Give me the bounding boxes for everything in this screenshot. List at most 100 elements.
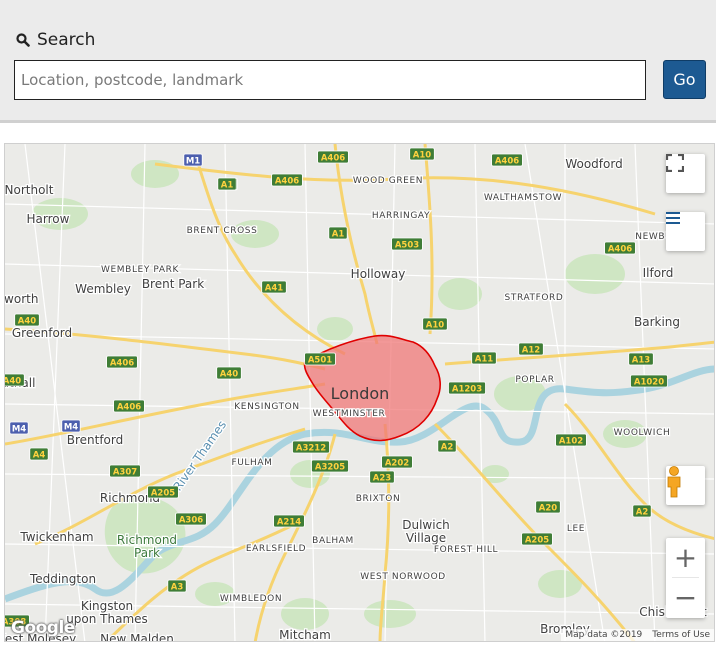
go-button[interactable]: Go — [663, 60, 706, 99]
map[interactable]: London Harrow Wembley Brent Park WEMBLEY PA… — [4, 143, 715, 642]
road-shield: A306 — [175, 512, 207, 526]
road-shield: A2 — [632, 504, 652, 518]
road-shield: A503 — [391, 237, 423, 251]
place-label: Greenford — [12, 326, 72, 340]
road-shield-label: A10 — [413, 151, 431, 161]
road-shield: A1 — [328, 226, 348, 240]
road-shield: A20 — [535, 500, 561, 514]
road-shield: A406 — [113, 399, 145, 413]
road-shield-label: A12 — [522, 346, 540, 356]
road-shield: A10 — [409, 147, 435, 161]
pegman-icon — [667, 466, 681, 498]
pegman-button[interactable] — [666, 466, 705, 505]
place-label: Brentford — [67, 433, 124, 447]
place-label: POPLAR — [515, 375, 554, 385]
road-shield-label: M1 — [186, 157, 200, 167]
place-label: New Malden — [100, 632, 174, 642]
terms-link[interactable]: Terms of Use — [652, 630, 710, 640]
road-shield: A1203 — [448, 381, 486, 395]
road-shield-label: A2 — [441, 443, 454, 453]
place-label: LEE — [567, 524, 585, 534]
map-canvas[interactable]: London Harrow Wembley Brent Park WEMBLEY PA… — [5, 144, 715, 642]
road-shield: A1 — [217, 177, 237, 191]
place-label: Harrow — [27, 212, 70, 226]
road-shield-label: A2 — [636, 508, 649, 518]
road-shield: A501 — [304, 352, 336, 366]
search-label: Search — [16, 30, 95, 50]
place-label: BALHAM — [312, 536, 354, 546]
place-label: WIMBLEDON — [220, 594, 282, 604]
road-shield: A406 — [317, 150, 349, 164]
road-shield: A214 — [273, 514, 305, 528]
road-shield: A307 — [109, 464, 141, 478]
road-shield-label: A306 — [179, 516, 203, 526]
road-shield: A202 — [381, 455, 413, 469]
road-shield: A40 — [5, 373, 25, 387]
place-label: HARRINGAY — [372, 211, 430, 221]
road-shield-label: A3205 — [315, 463, 345, 473]
road-shield-label: A40 — [18, 317, 36, 327]
place-label: WEMBLEY PARK — [101, 265, 179, 275]
road-shield: M4 — [9, 421, 29, 435]
fullscreen-button[interactable] — [666, 154, 705, 193]
place-label: FULHAM — [231, 458, 272, 468]
road-shield-label: A503 — [395, 241, 419, 251]
road-shield: A13 — [628, 352, 654, 366]
road-shield: A23 — [369, 470, 395, 484]
road-shield: A1020 — [630, 374, 668, 388]
place-label: WOOD GREEN — [353, 176, 423, 186]
road-shield-label: A214 — [277, 518, 301, 528]
road-shield-label: M4 — [64, 423, 78, 433]
london-area-label: London — [331, 384, 390, 403]
place-label: Wembley — [75, 282, 131, 296]
place-label: Twickenham — [19, 530, 93, 544]
road-shield: A205 — [521, 532, 553, 546]
search-input[interactable] — [14, 60, 646, 100]
road-shield-label: A1 — [221, 181, 234, 191]
road-shield-label: A406 — [495, 157, 519, 167]
place-label: Isleworth — [5, 292, 38, 306]
road-shield: M1 — [183, 153, 203, 167]
road-shield: A406 — [271, 173, 303, 187]
road-shield-label: A406 — [321, 154, 345, 164]
road-shield: A406 — [106, 355, 138, 369]
place-label: Holloway — [351, 267, 406, 281]
road-shield: A3 — [167, 579, 187, 593]
map-attribution: Map data ©2019 Terms of Use — [561, 629, 714, 641]
road-shield: A205 — [147, 485, 179, 499]
menu-button[interactable] — [666, 212, 705, 251]
place-label: FOREST HILL — [434, 545, 498, 555]
place-label: WEST NORWOOD — [360, 572, 446, 582]
road-shield: A10 — [422, 317, 448, 331]
place-label: WESTMINSTER — [313, 409, 386, 419]
place-label: Richmond — [117, 533, 177, 547]
place-label: WOOLWICH — [614, 428, 671, 438]
place-label: BRENT CROSS — [187, 226, 258, 236]
road-shield: A40 — [216, 366, 242, 380]
search-label-text: Search — [37, 30, 96, 50]
zoom-controls: + − — [666, 538, 705, 618]
place-label: Village — [406, 531, 446, 545]
road-shield-label: A102 — [559, 437, 583, 447]
road-shield: A12 — [518, 342, 544, 356]
road-shield-label: A13 — [632, 356, 650, 366]
place-label: Dulwich — [402, 518, 450, 532]
place-label: Kingston — [81, 599, 133, 613]
road-shield: A40 — [14, 313, 40, 327]
road-shield-label: A1020 — [634, 378, 664, 388]
zoom-in-button[interactable]: + — [666, 538, 705, 577]
road-shield: A4 — [29, 447, 49, 461]
place-label: BRIXTON — [356, 494, 401, 504]
road-shield: A3205 — [311, 459, 349, 473]
road-shield: A406 — [604, 241, 636, 255]
road-shield: A406 — [491, 153, 523, 167]
menu-icon — [666, 212, 680, 224]
road-shield-label: A40 — [220, 370, 238, 380]
road-shield-label: A202 — [385, 459, 409, 469]
road-shield: M4 — [61, 419, 81, 433]
place-label: Northolt — [5, 183, 54, 197]
road-shield-label: A501 — [308, 356, 332, 366]
road-shield: A11 — [471, 351, 497, 365]
zoom-out-button[interactable]: − — [666, 578, 705, 617]
place-label: Brent Park — [142, 277, 204, 291]
